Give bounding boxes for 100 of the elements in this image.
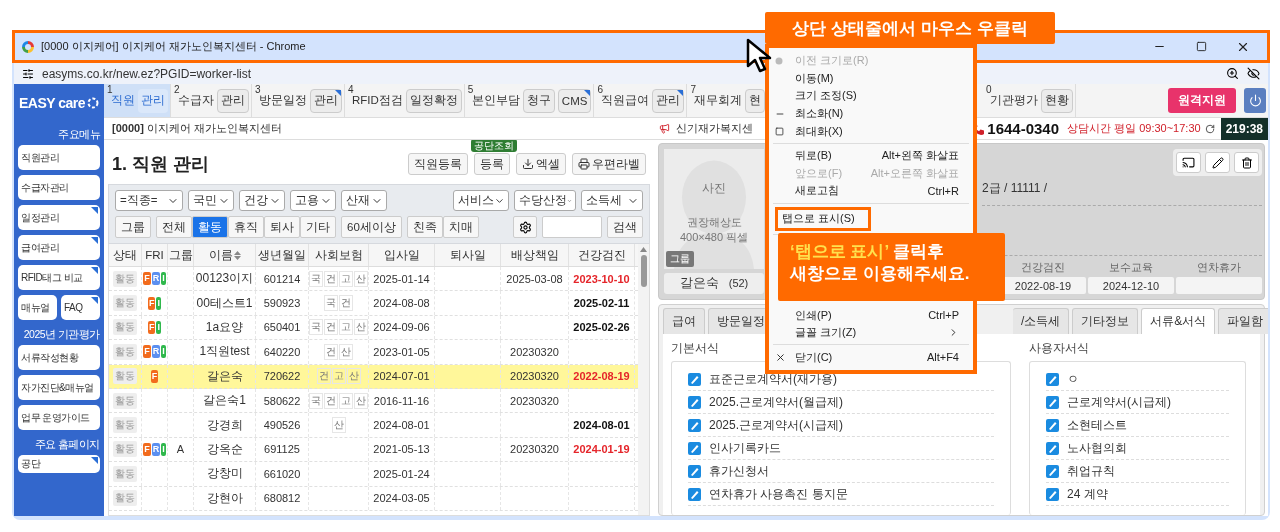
sidebar-item[interactable]: RFID태그 비교	[18, 265, 100, 290]
scroll-thumb[interactable]	[640, 255, 647, 287]
menu-item[interactable]: 최소화(N)	[769, 104, 973, 123]
form-item[interactable]: 노사협의회	[1046, 437, 1229, 460]
extra-filter[interactable]: 치매	[442, 216, 479, 238]
column-header[interactable]: 배상책임	[501, 244, 569, 266]
menu-item[interactable]: 이동(M)	[769, 69, 973, 88]
column-header[interactable]: FRI	[142, 244, 168, 266]
delete-button[interactable]	[1234, 152, 1259, 173]
search-button[interactable]: 검색	[607, 216, 643, 238]
zoom-icon[interactable]	[1226, 67, 1239, 80]
column-header[interactable]: 입사일	[369, 244, 435, 266]
table-row[interactable]: 활동 F R I A 강옥순 691125 2021-05-13 20230320 2024-01-19	[109, 437, 638, 463]
form-item[interactable]: 근로계약서(시급제)	[1046, 391, 1229, 414]
action-button[interactable]: 우편라벨	[572, 153, 646, 175]
status-filter[interactable]: 전체	[156, 216, 192, 238]
sidebar-item[interactable]: 급여관리	[18, 235, 100, 260]
tab[interactable]: /소득세	[1013, 308, 1070, 334]
tab[interactable]: 기타정보	[1072, 308, 1139, 334]
column-header[interactable]: 사회보험	[309, 244, 369, 266]
settings-button[interactable]	[513, 216, 537, 238]
status-filter[interactable]: 퇴사	[264, 216, 300, 238]
remote-support-button[interactable]: 원격지원	[1168, 88, 1236, 113]
power-button[interactable]	[1244, 88, 1266, 113]
nav-button[interactable]: 청구	[522, 88, 555, 113]
form-item[interactable]: 2025.근로계약서(월급제)	[688, 391, 994, 414]
status-filter[interactable]: 휴직	[228, 216, 264, 238]
filter-select[interactable]: 서비스	[453, 190, 509, 211]
filter-select[interactable]: 고용	[290, 190, 336, 211]
column-header[interactable]: 생년월일	[256, 244, 309, 266]
refresh-icon[interactable]	[1204, 123, 1215, 134]
cast-button[interactable]	[1176, 152, 1201, 173]
sidebar-item[interactable]: 공단	[18, 455, 100, 473]
nav-button[interactable]: 일정확정	[405, 88, 462, 113]
nav-button[interactable]: 관리	[138, 88, 168, 113]
table-row[interactable]: 활동 F I 00테스트1 590923 국 건 2024-08-08 2025-02-11	[109, 291, 638, 316]
tab[interactable]: 서류&서식	[1141, 308, 1216, 334]
sidebar-item[interactable]: 서류작성현황	[18, 345, 100, 370]
table-row[interactable]: 활동 F 갈은숙 720622 건 고 산 2024-07-01 20230320 2022-08-19	[109, 364, 638, 389]
table-row[interactable]: 활동 F I 1a요양 650401 국 건 고 산 2024-09-06 2025-02-26	[109, 315, 638, 341]
nav-button[interactable]: 관리	[217, 88, 249, 113]
filter-select[interactable]: 건강	[239, 190, 285, 211]
nav-tab[interactable]: 6 직원급여 관리	[594, 84, 688, 117]
form-item[interactable]: 소현테스트	[1046, 414, 1229, 437]
sidebar-item[interactable]: FAQ	[61, 295, 100, 320]
nav-button[interactable]: CMS	[557, 88, 592, 113]
form-item[interactable]: ㅇ	[1046, 368, 1229, 391]
site-settings-icon[interactable]	[22, 67, 34, 80]
action-button[interactable]: 엑셀	[516, 153, 566, 175]
nav-tab[interactable]: 3 방문일정 관리	[252, 84, 345, 117]
status-filter[interactable]: 기타	[300, 216, 336, 238]
nav-tab[interactable]: 1 직원 관리	[104, 84, 171, 117]
filter-select[interactable]: 수당산정	[514, 190, 576, 211]
extra-filter[interactable]: 친족	[406, 216, 443, 238]
form-item[interactable]: 2025.근로계약서(시급제)	[688, 414, 994, 437]
edit-button[interactable]	[1205, 152, 1230, 173]
nav-button[interactable]: 관리	[310, 88, 342, 113]
nav-button[interactable]: 현	[745, 88, 766, 113]
age-filter[interactable]: 60세이상	[341, 216, 402, 238]
table-row[interactable]: 활동 강현아 680812 2024-03-05	[109, 486, 638, 511]
sidebar-item[interactable]: 매뉴얼	[18, 295, 57, 320]
column-header[interactable]: 이름	[194, 244, 256, 266]
group-button[interactable]: 그룹	[115, 216, 151, 238]
filter-select[interactable]: 소득세	[581, 190, 643, 211]
menu-item[interactable]: 새로고침 Ctrl+R	[769, 182, 973, 200]
sidebar-item[interactable]: 업무 운영가이드	[18, 405, 100, 430]
action-button[interactable]: 등록	[474, 153, 510, 175]
table-row[interactable]: 활동 F R I 00123이지 601214 국 건 고 산 2025-01-14 2025-03-08 2023-10-10	[109, 267, 638, 292]
column-header[interactable]: 그룹	[168, 244, 194, 266]
form-item[interactable]: 연차휴가 사용촉진 통지문	[688, 483, 994, 506]
address-field[interactable]: easyms.co.kr/new.ez?PGID=worker-list	[42, 66, 252, 81]
nav-tab[interactable]: 5 본인부담 청구 CMS	[464, 84, 595, 117]
scroll-up-icon[interactable]	[640, 247, 647, 252]
filter-select[interactable]: 산재	[341, 190, 387, 211]
table-row[interactable]: 활동 F R I 1직원test 640220 건 산 2023-01-05 20230320	[109, 340, 638, 365]
sidebar-item[interactable]: 직원관리	[18, 145, 100, 170]
sidebar-item[interactable]: 자가진단&매뉴얼	[18, 375, 100, 400]
menu-item[interactable]: 크기 조정(S)	[769, 87, 973, 105]
sidebar-item[interactable]: 수급자관리	[18, 175, 100, 200]
nav-tab[interactable]: 4 RFID점검 일정확정	[345, 84, 465, 117]
menu-item[interactable]: 뒤로(B) Alt+왼쪽 화살표	[769, 146, 973, 165]
eye-off-icon[interactable]	[1247, 67, 1260, 80]
photo-placeholder[interactable]: 사진 권장해상도 400×480 픽셀 그룹	[664, 149, 764, 269]
form-item[interactable]: 24 계약	[1046, 483, 1229, 506]
table-row[interactable]: 활동 강경희 490526 산 2024-08-01 2024-08-01	[109, 413, 638, 438]
table-row[interactable]: 활동 강창미 661020 2025-01-24	[109, 462, 638, 487]
sidebar-item[interactable]: 일정관리	[18, 205, 100, 230]
tab[interactable]: 파일함	[1218, 308, 1268, 334]
status-filter[interactable]: 활동	[192, 216, 228, 238]
nav-button[interactable]: 현황	[1041, 88, 1073, 113]
form-item[interactable]: 휴가신청서	[688, 460, 994, 483]
menu-item[interactable]: 탭으로 표시(S)	[775, 206, 871, 231]
nav-button[interactable]: 관리	[652, 88, 685, 113]
column-header[interactable]: 퇴사일	[435, 244, 501, 266]
menu-item[interactable]: 닫기(C) Alt+F4	[769, 348, 973, 366]
column-header[interactable]: 건강검진	[569, 244, 635, 266]
column-header[interactable]: 상태	[109, 244, 142, 266]
nav-tab[interactable]: 2 수급자 관리	[171, 84, 252, 117]
tab[interactable]: 급여	[663, 308, 705, 334]
nav-tab[interactable]: 0 기관평가 현황	[983, 84, 1076, 117]
